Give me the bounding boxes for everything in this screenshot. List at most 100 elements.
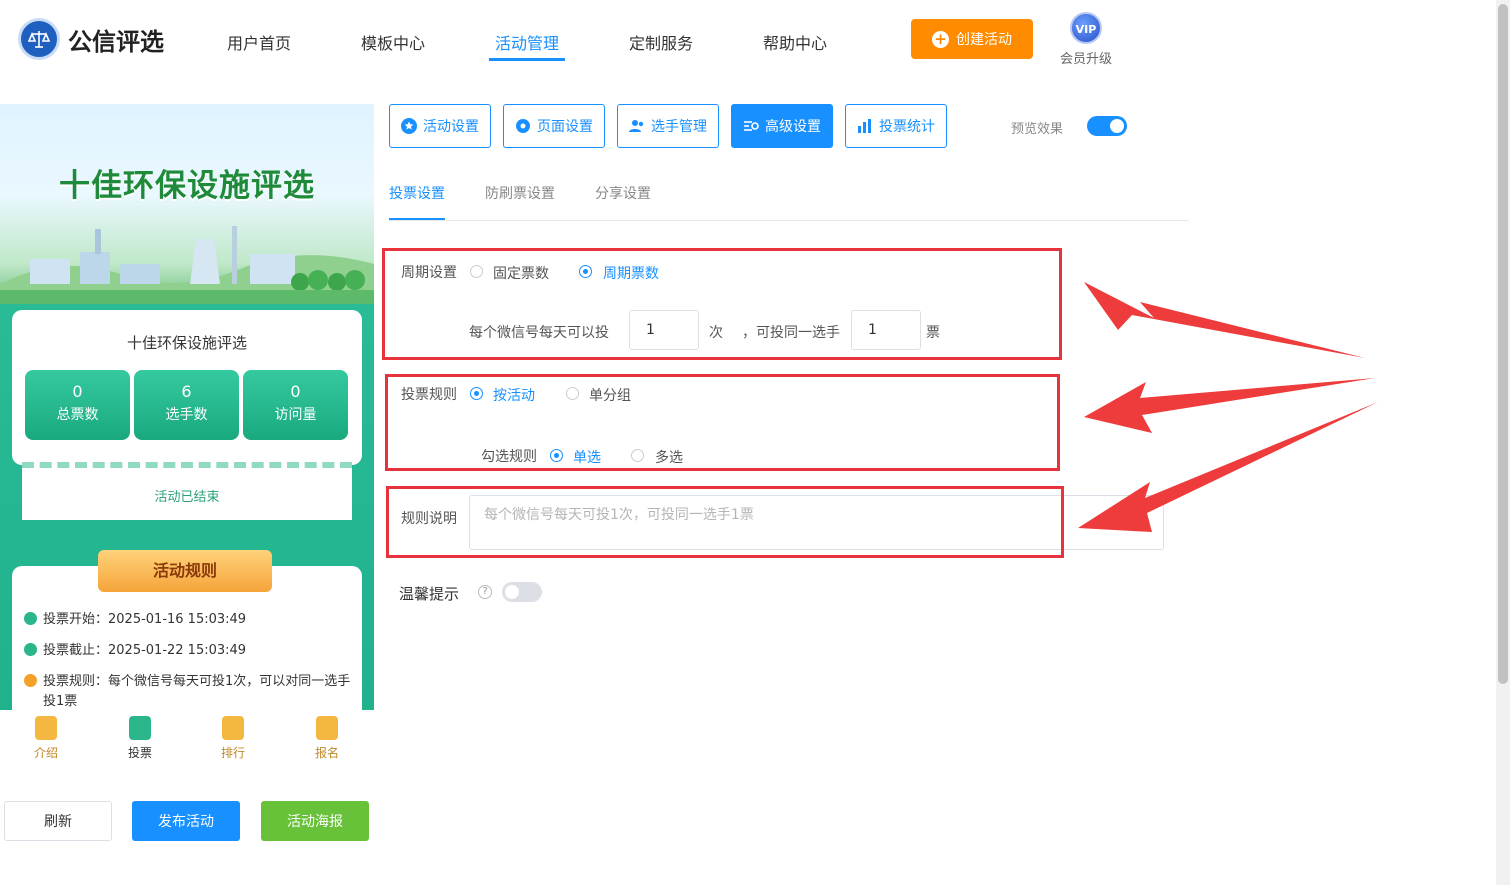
stat-value: 6 bbox=[181, 382, 192, 401]
poster-button[interactable]: 活动海报 bbox=[261, 801, 369, 841]
radio-single-choice-label[interactable]: 单选 bbox=[573, 447, 601, 467]
status-ticket: 活动已结束 bbox=[22, 462, 352, 520]
bar-chart-icon bbox=[858, 119, 871, 133]
vote-statistics-button[interactable]: 投票统计 bbox=[845, 104, 947, 148]
tip-label: 温馨提示 bbox=[399, 585, 460, 603]
tab-intro[interactable]: 介绍 bbox=[16, 716, 76, 761]
check-rule-label: 勾选规则 bbox=[481, 449, 537, 465]
nav-home[interactable]: 用户首页 bbox=[227, 30, 291, 54]
radio-by-activity-label[interactable]: 按活动 bbox=[493, 385, 535, 405]
toolbar-label: 活动设置 bbox=[423, 119, 479, 135]
stats-card: 十佳环保设施评选 0 总票数 6 选手数 0 访问量 bbox=[12, 310, 362, 465]
info-icon bbox=[24, 674, 37, 687]
trophy-icon bbox=[222, 716, 244, 740]
gear-icon bbox=[516, 119, 530, 133]
tab-ranking[interactable]: 排行 bbox=[203, 716, 263, 761]
factory-illustration bbox=[0, 226, 374, 304]
plus-icon: + bbox=[932, 30, 949, 48]
nav-active-indicator bbox=[489, 58, 565, 61]
tab-label: 排行 bbox=[220, 746, 245, 760]
refresh-button[interactable]: 刷新 bbox=[4, 801, 112, 841]
same-player-votes-input[interactable]: 1 bbox=[851, 310, 921, 350]
scales-icon bbox=[18, 18, 60, 60]
tab-label: 报名 bbox=[314, 746, 339, 760]
tab-signup[interactable]: 报名 bbox=[297, 716, 357, 761]
toolbar-label: 选手管理 bbox=[651, 119, 707, 135]
radio-fixed-votes[interactable] bbox=[470, 265, 483, 278]
toolbar-label: 页面设置 bbox=[537, 119, 593, 135]
vip-label: 会员升级 bbox=[1059, 52, 1112, 67]
radio-single-group[interactable] bbox=[566, 387, 579, 400]
tab-share-settings[interactable]: 分享设置 bbox=[595, 183, 651, 203]
advanced-settings-button[interactable]: 高级设置 bbox=[731, 104, 833, 148]
radio-fixed-votes-label[interactable]: 固定票数 bbox=[493, 263, 549, 283]
rule-text: 投票开始：2025-01-16 15:03:49 bbox=[43, 612, 247, 627]
rule-vote-rule: 投票规则：每个微信号每天可投1次，可以对同一选手投1票 bbox=[24, 672, 353, 710]
create-activity-label: 创建活动 bbox=[956, 32, 1012, 48]
daily-votes-input[interactable]: 1 bbox=[629, 310, 699, 350]
card-title: 十佳环保设施评选 bbox=[126, 334, 247, 352]
brand-logo[interactable]: 公信评选 bbox=[18, 18, 164, 60]
player-management-button[interactable]: 选手管理 bbox=[617, 104, 719, 148]
phone-preview: 十佳环保设施评选 十佳环保设施评选 0 总票数 6 选手数 0 访问量 活动已结… bbox=[0, 104, 374, 710]
stat-label: 访问量 bbox=[274, 407, 317, 423]
nav-activity-management[interactable]: 活动管理 bbox=[495, 30, 559, 54]
radio-periodic-votes[interactable] bbox=[579, 265, 592, 278]
tab-vote-settings[interactable]: 投票设置 bbox=[389, 183, 445, 203]
tip-toggle[interactable] bbox=[502, 582, 542, 602]
rules-ribbon: 活动规则 bbox=[98, 550, 272, 592]
scrollbar-thumb[interactable] bbox=[1498, 4, 1508, 684]
stat-label: 总票数 bbox=[56, 407, 99, 423]
tab-vote[interactable]: 投票 bbox=[110, 716, 170, 761]
top-header: 公信评选 用户首页 模板中心 活动管理 定制服务 帮助中心 + 创建活动 VIP… bbox=[0, 0, 1496, 80]
tab-label: 投票 bbox=[127, 746, 152, 760]
highlight-box bbox=[386, 486, 1064, 558]
radio-multi-choice-label[interactable]: 多选 bbox=[655, 447, 683, 467]
vip-upgrade[interactable]: VIP 会员升级 bbox=[1056, 12, 1116, 67]
annotation-arrows bbox=[1078, 282, 1378, 532]
highlight-box bbox=[382, 248, 1062, 360]
period-label: 周期设置 bbox=[401, 265, 457, 281]
toggle-knob bbox=[505, 585, 519, 599]
nav-help[interactable]: 帮助中心 bbox=[763, 30, 827, 54]
brand-name: 公信评选 bbox=[68, 27, 164, 56]
same-player-text: ，可投同一选手 bbox=[742, 325, 840, 341]
active-tab-indicator bbox=[389, 218, 445, 220]
radio-single-group-label[interactable]: 单分组 bbox=[589, 385, 631, 405]
stat-value: 0 bbox=[72, 382, 83, 401]
page: 公信评选 用户首页 模板中心 活动管理 定制服务 帮助中心 + 创建活动 VIP… bbox=[0, 0, 1510, 885]
ballot-icon bbox=[129, 716, 151, 740]
toolbar-label: 高级设置 bbox=[765, 119, 821, 135]
clock-icon bbox=[24, 643, 37, 656]
nav-templates[interactable]: 模板中心 bbox=[361, 30, 425, 54]
help-icon[interactable]: ? bbox=[478, 585, 492, 599]
star-icon bbox=[401, 118, 417, 134]
daily-votes-prefix: 每个微信号每天可以投 bbox=[469, 325, 609, 341]
nav-custom-service[interactable]: 定制服务 bbox=[629, 30, 693, 54]
vote-rule-label: 投票规则 bbox=[401, 387, 457, 403]
stat-value: 0 bbox=[290, 382, 301, 401]
tab-anti-fraud-settings[interactable]: 防刷票设置 bbox=[485, 183, 555, 203]
radio-multi-choice[interactable] bbox=[631, 449, 644, 462]
page-settings-button[interactable]: 页面设置 bbox=[503, 104, 605, 148]
stat-visits: 0 访问量 bbox=[243, 370, 348, 440]
rule-end-time: 投票截止：2025-01-22 15:03:49 bbox=[24, 641, 353, 661]
radio-single-choice[interactable] bbox=[550, 449, 563, 462]
activity-settings-button[interactable]: 活动设置 bbox=[389, 104, 491, 148]
radio-by-activity[interactable] bbox=[470, 387, 483, 400]
document-icon bbox=[35, 716, 57, 740]
create-activity-button[interactable]: + 创建活动 bbox=[911, 19, 1033, 59]
sliders-icon bbox=[744, 121, 759, 131]
preview-effect-label: 预览效果 bbox=[1011, 122, 1064, 137]
toolbar-label: 投票统计 bbox=[879, 119, 935, 135]
preview-tabbar: 介绍 投票 排行 报名 bbox=[0, 710, 374, 770]
page-scrollbar[interactable] bbox=[1496, 0, 1510, 885]
publish-button[interactable]: 发布活动 bbox=[132, 801, 240, 841]
radio-periodic-votes-label[interactable]: 周期票数 bbox=[603, 263, 659, 283]
preview-banner: 十佳环保设施评选 bbox=[0, 104, 374, 304]
users-icon bbox=[629, 120, 644, 132]
times-unit: 次 bbox=[709, 325, 723, 341]
preview-effect-toggle[interactable] bbox=[1087, 116, 1127, 136]
clock-icon bbox=[24, 612, 37, 625]
tabs-divider bbox=[389, 220, 1189, 221]
